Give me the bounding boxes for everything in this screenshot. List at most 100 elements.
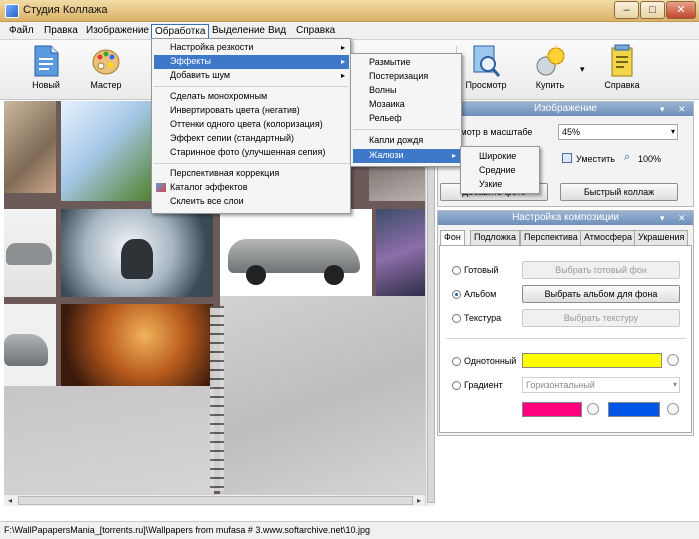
chevron-right-icon: ▸ — [340, 57, 345, 66]
collage-photo[interactable] — [220, 209, 372, 297]
fit-icon[interactable] — [562, 153, 572, 163]
help-button[interactable]: Справка — [594, 44, 650, 98]
canvas-horizontal-scrollbar[interactable]: ◂ ▸ — [4, 494, 425, 506]
panel-close-icon[interactable]: ✕ — [678, 211, 686, 225]
tab-background[interactable]: Фон — [440, 230, 465, 246]
tab-decorations[interactable]: Украшения — [634, 230, 689, 245]
ready-radio[interactable] — [452, 266, 461, 275]
color-picker-icon[interactable] — [667, 403, 679, 415]
collage-photo[interactable] — [61, 304, 213, 394]
file-path: F:\WallPapapersMania_[torrents.ru]\Wallp… — [4, 525, 370, 535]
panel-close-icon[interactable]: ✕ — [678, 102, 686, 116]
background-tab-content: Готовый Выбрать готовый фон Альбом Выбра… — [439, 245, 692, 433]
collage-photo[interactable] — [4, 209, 56, 297]
menu-item-add-noise[interactable]: Добавить шум ▸ — [154, 69, 349, 83]
preview-icon — [473, 45, 501, 77]
gradient-radio[interactable] — [452, 381, 461, 390]
gradient-color2-swatch[interactable] — [608, 402, 660, 417]
solid-color-swatch[interactable] — [522, 353, 662, 368]
menu-item-colorize[interactable]: Оттенки одного цвета (колоризация) — [154, 118, 349, 132]
menu-edit[interactable]: Правка — [41, 24, 81, 39]
menu-item-waves[interactable]: Волны — [353, 84, 460, 98]
menu-image[interactable]: Изображение — [83, 24, 152, 39]
menu-item-wide[interactable]: Широкие — [463, 150, 538, 164]
menu-item-mosaic[interactable]: Мозаика — [353, 98, 460, 112]
album-label: Альбом — [464, 289, 497, 299]
choose-album-background-button[interactable]: Выбрать альбом для фона — [522, 285, 680, 303]
menu-item-raindrops[interactable]: Капли дождя — [353, 134, 460, 148]
menu-item-merge-layers[interactable]: Склеить все слои — [154, 195, 349, 209]
choose-ready-background-button[interactable]: Выбрать готовый фон — [522, 261, 680, 279]
tab-atmosphere[interactable]: Атмосфера — [580, 230, 637, 245]
processing-menu: Настройка резкости ▸ Эффекты ▸ Добавить шу… — [151, 38, 351, 214]
texture-radio[interactable] — [452, 314, 461, 323]
menu-item-monochrome[interactable]: Сделать монохромным — [154, 90, 349, 104]
menu-item-sepia[interactable]: Эффект сепии (стандартный) — [154, 132, 349, 146]
menu-item-effects[interactable]: Эффекты ▸ — [154, 55, 349, 69]
menu-selection[interactable]: Выделение — [209, 24, 268, 39]
collage-photo[interactable] — [376, 209, 425, 297]
color-picker-icon[interactable] — [667, 354, 679, 366]
wizard-button[interactable]: Мастер — [78, 44, 134, 98]
collage-photo[interactable] — [4, 304, 56, 394]
menu-item-perspective-correction[interactable]: Перспективная коррекция — [154, 167, 349, 181]
menu-item-label: Каталог эффектов — [170, 182, 248, 192]
album-radio[interactable] — [452, 290, 461, 299]
close-button[interactable]: ✕ — [666, 1, 696, 19]
gradient-type-select[interactable]: Горизонтальный ▾ — [522, 377, 680, 393]
gradient-color1-swatch[interactable] — [522, 402, 582, 417]
menu-item-old-photo[interactable]: Старинное фото (улучшенная сепия) — [154, 146, 349, 160]
scrollbar-thumb[interactable] — [18, 496, 413, 505]
menu-item-blur[interactable]: Размытие — [353, 56, 460, 70]
window-title: Студия Коллажа — [23, 4, 108, 16]
scroll-right-icon[interactable]: ▸ — [414, 496, 424, 506]
fit-label[interactable]: Уместить — [576, 154, 615, 164]
image-panel-header: Изображение ▾ ✕ — [438, 102, 693, 116]
menu-separator — [353, 129, 460, 130]
choose-texture-button[interactable]: Выбрать текстуру — [522, 309, 680, 327]
zoom-100-label[interactable]: 100% — [638, 154, 661, 164]
preview-button[interactable]: Просмотр — [458, 44, 514, 98]
buy-button-label: Купить — [535, 80, 565, 90]
collage-photo[interactable] — [4, 101, 56, 193]
menu-separator — [154, 86, 349, 87]
menu-help[interactable]: Справка — [293, 24, 338, 39]
scrollbar-thumb[interactable] — [427, 113, 435, 503]
chevron-down-icon: ▾ — [672, 380, 677, 389]
new-button[interactable]: Новый — [18, 44, 74, 98]
menu-item-posterize[interactable]: Постеризация — [353, 70, 460, 84]
wizard-button-label: Мастер — [90, 80, 122, 90]
collage-photo[interactable] — [61, 209, 213, 297]
menu-item-invert[interactable]: Инвертировать цвета (негатив) — [154, 104, 349, 118]
buy-dropdown-icon[interactable]: ▾ — [580, 64, 585, 75]
menu-item-blinds[interactable]: Жалюзи ▸ — [353, 149, 460, 163]
tab-perspective[interactable]: Перспектива — [520, 230, 582, 245]
menu-item-narrow[interactable]: Узкие — [463, 178, 538, 192]
title-bar: Студия Коллажа – □ ✕ — [0, 0, 699, 22]
maximize-button[interactable]: □ — [640, 1, 665, 19]
scale-select[interactable]: 45% ▾ — [558, 124, 678, 140]
solid-color-radio[interactable] — [452, 357, 461, 366]
buy-button[interactable]: Купить — [522, 44, 578, 98]
quick-collage-button[interactable]: Быстрый коллаж — [560, 183, 678, 201]
buy-icon — [536, 45, 565, 76]
menu-item-effects-catalog[interactable]: Каталог эффектов — [154, 181, 349, 195]
panel-menu-icon[interactable]: ▾ — [660, 102, 665, 116]
color-picker-icon[interactable] — [587, 403, 599, 415]
menu-item-medium[interactable]: Средние — [463, 164, 538, 178]
zoom-100-icon[interactable]: ⌕ — [624, 151, 630, 164]
menu-item-sharpness[interactable]: Настройка резкости ▸ — [154, 41, 349, 55]
menu-item-relief[interactable]: Рельеф — [353, 112, 460, 126]
menu-processing[interactable]: Обработка — [151, 24, 210, 39]
album-spiral — [210, 306, 224, 491]
effects-submenu: Размытие Постеризация Волны Мозаика Рель… — [350, 53, 462, 167]
menu-view[interactable]: Вид — [265, 24, 289, 39]
chevron-right-icon: ▸ — [340, 43, 345, 52]
album-page-right — [220, 296, 425, 506]
new-button-label: Новый — [32, 80, 60, 90]
menu-file[interactable]: Файл — [6, 24, 37, 39]
minimize-button[interactable]: – — [614, 1, 639, 19]
scroll-left-icon[interactable]: ◂ — [5, 496, 15, 506]
panel-menu-icon[interactable]: ▾ — [660, 211, 665, 225]
tab-underlay[interactable]: Подложка — [470, 230, 520, 245]
